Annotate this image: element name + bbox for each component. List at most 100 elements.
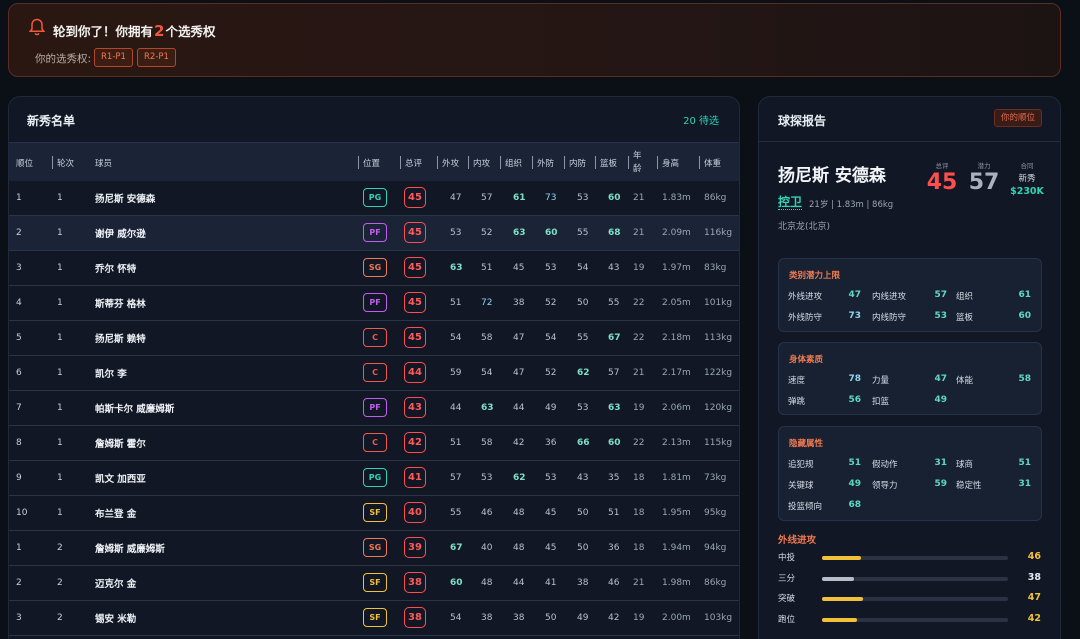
table-row[interactable]: 4 1 斯蒂芬 格林 PF 45 51 72 38 52 50 55 22 2.05m 101kg [9,286,739,321]
bar-label: 中投 [778,553,796,563]
col-interior-d[interactable]: 内防 [563,143,586,182]
attribute-label: 外线防守 [788,313,823,323]
stat-cell: 45 [545,543,557,553]
table-row[interactable]: 7 1 帕斯卡尔 威廉姆斯 PF 43 44 63 44 49 53 63 19 2.06m 120kg [9,391,739,426]
player-meta: 21岁 | 1.83m | 86kg [809,200,894,210]
rank-cell: 2 [16,228,22,238]
stat-cell: 38 [577,578,589,588]
stat-cell: 41 [545,578,557,588]
col-age[interactable]: 年龄 [628,143,642,182]
table-row[interactable]: 5 1 扬尼斯 赖特 C 45 54 58 47 54 55 67 22 2.18m 113kg [9,321,739,356]
height-cell: 1.81m [662,473,691,483]
table-row[interactable]: 2 2 迈克尔 金 SF 38 60 48 44 41 38 46 21 1.98m 86kg [9,566,739,601]
attribute-label: 内线进攻 [872,292,907,302]
stat-cell: 38 [513,613,525,623]
stat-cell: 51 [481,263,493,273]
col-outside[interactable]: 外攻 [436,143,459,182]
col-playmaking[interactable]: 组织 [499,143,522,182]
stat-cell: 45 [545,508,557,518]
rank-cell: 2 [16,578,22,588]
table-row[interactable]: 10 1 布兰登 金 SF 40 55 46 48 45 50 51 18 1.95m 95kg [9,496,739,531]
height-cell: 1.83m [662,193,691,203]
col-round[interactable]: 轮次 [51,143,74,182]
round-cell: 1 [57,473,63,483]
scout-report-panel: 球探报告 你的顺位 扬尼斯 安德森 控卫 21岁 | 1.83m | 86kg … [758,96,1061,639]
age-cell: 22 [633,333,645,343]
player-name-cell: 詹姆斯 威廉姆斯 [95,544,165,555]
weight-cell: 95kg [704,508,727,518]
stat-cell: 67 [608,333,621,343]
round-cell: 1 [57,438,63,448]
physical-box: 身体素质 速度 78 力量 47 体能 58 弹跳 56 扣篮 49 [778,342,1042,415]
col-weight[interactable]: 体重 [698,143,721,182]
table-row[interactable]: 8 1 詹姆斯 霍尔 C 42 51 58 42 36 66 60 22 2.13m 115kg [9,426,739,461]
rank-cell: 1 [16,543,22,553]
potential-box: 类别潜力上限 外线进攻 47 内线进攻 57 组织 61 外线防守 73 内线防守 53 篮板 60 [778,258,1042,332]
stat-cell: 47 [450,193,462,203]
age-cell: 19 [633,263,645,273]
player-name: 扬尼斯 安德森 [778,166,886,186]
pick-badge-r1[interactable]: R1-P1 [94,48,133,67]
pick-badge-r2[interactable]: R2-P1 [137,48,176,67]
col-inside[interactable]: 内攻 [467,143,490,182]
table-row[interactable]: 3 2 锡安 米勒 SF 38 54 38 38 50 49 42 19 2.00m 103kg [9,601,739,636]
weight-cell: 94kg [704,543,727,553]
stat-cell: 38 [481,613,493,623]
table-row[interactable]: 1 2 詹姆斯 威廉姆斯 SG 39 67 40 48 45 50 36 18 1.94m 94kg [9,531,739,566]
col-rank[interactable]: 顺位 [16,143,33,182]
stat-cell: 51 [450,438,462,448]
stat-cell: 43 [577,473,589,483]
table-row[interactable]: 3 1 乔尔 怀特 SG 45 63 51 45 53 54 43 19 1.97m 83kg [9,251,739,286]
overall-badge: 44 [404,362,426,383]
stat-cell: 54 [481,368,493,378]
stat-cell: 66 [577,438,590,448]
rank-cell: 6 [16,368,22,378]
stat-cell: 57 [608,368,620,378]
table-row[interactable]: 6 1 凯尔 李 C 44 59 54 47 52 62 57 21 2.17m 122kg [9,356,739,391]
stat-cell: 59 [450,368,462,378]
age-cell: 19 [633,613,645,623]
table-row[interactable]: 9 1 凯文 加西亚 PG 41 57 53 62 53 43 35 18 1.81m 73kg [9,461,739,496]
stat-cell: 72 [481,298,493,308]
stat-cell: 53 [481,473,493,483]
attribute-label: 投篮倾向 [788,502,823,512]
player-name-cell: 扬尼斯 赖特 [95,334,146,345]
attribute-label: 扣篮 [872,397,890,407]
stat-cell: 48 [481,578,493,588]
weight-cell: 83kg [704,263,727,273]
stat-cell: 68 [608,228,621,238]
table-row[interactable]: 1 1 扬尼斯 安德森 PG 45 47 57 61 73 53 60 21 1.83m 86kg [9,181,739,216]
bar-label: 突破 [778,594,796,604]
stat-cell: 54 [545,333,557,343]
attribute-value: 60 [1018,311,1031,321]
your-pick-badge[interactable]: 你的顺位 [993,109,1042,127]
age-cell: 21 [633,193,645,203]
bar-label: 三分 [778,573,796,584]
overall-badge: 38 [404,572,426,593]
col-overall[interactable]: 总评 [399,143,422,182]
player-name-cell: 布兰登 金 [95,509,137,520]
col-height[interactable]: 身高 [656,143,679,182]
col-player[interactable]: 球员 [95,143,112,182]
col-rebound[interactable]: 篮板 [594,143,617,182]
round-cell: 1 [57,193,63,203]
col-position[interactable]: 位置 [357,143,380,182]
stat-cell: 63 [513,228,526,238]
position-badge: C [363,328,387,347]
stat-cell: 44 [513,578,525,588]
attribute-label: 关键球 [788,481,814,491]
stat-cell: 54 [577,263,589,273]
attribute-value: 31 [1018,479,1031,489]
col-perimeter-d[interactable]: 外防 [531,143,554,182]
stat-cell: 63 [608,403,621,413]
attribute-value: 47 [934,374,947,384]
attribute-value: 57 [934,290,947,300]
stat-cell: 42 [513,438,525,448]
player-name-cell: 斯蒂芬 格林 [95,299,146,310]
stat-cell: 53 [545,263,557,273]
table-row[interactable]: 2 1 谢伊 威尔逊 PF 45 53 52 63 60 55 68 21 2.09m 116kg [9,216,739,251]
round-cell: 1 [57,298,63,308]
attribute-label: 外线进攻 [788,292,823,302]
position-badge: PG [363,468,387,487]
attribute-label: 内线防守 [872,313,907,323]
